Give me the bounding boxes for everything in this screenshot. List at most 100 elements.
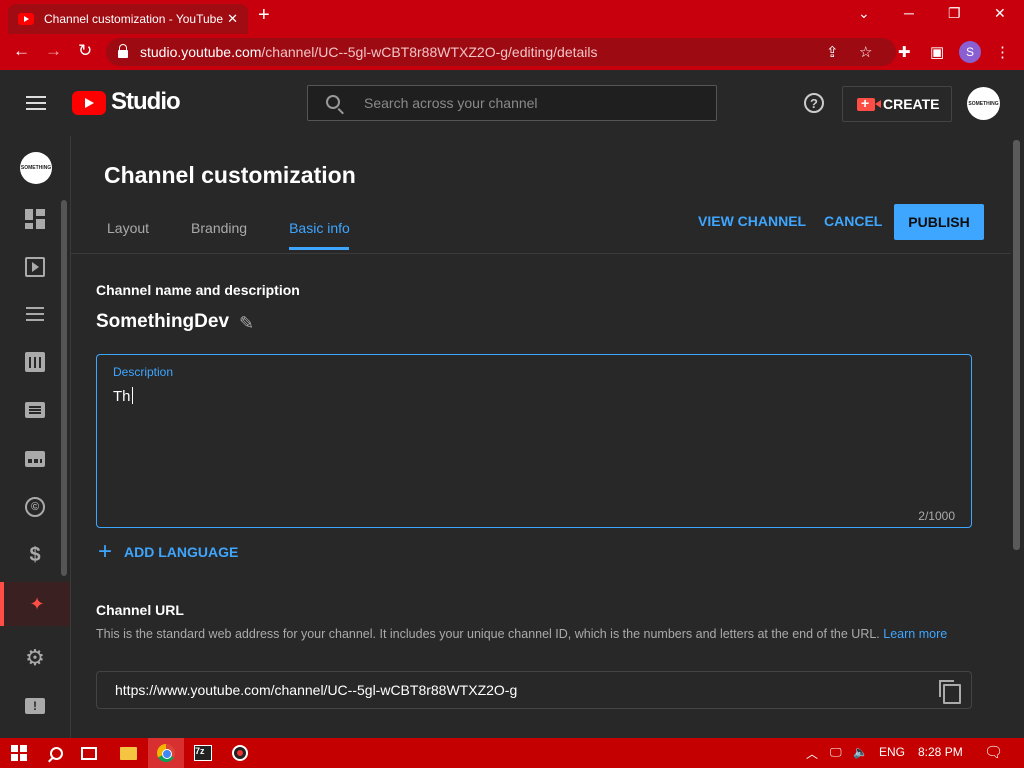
channel-avatar[interactable]: SOMETHING — [20, 152, 52, 184]
dollar-icon: $ — [29, 543, 41, 566]
file-explorer-button[interactable] — [120, 744, 137, 762]
7zip-icon: 7z — [194, 745, 212, 761]
reload-icon[interactable]: ↻ — [78, 41, 92, 61]
extensions-icon[interactable]: ✚ — [898, 43, 911, 61]
tab-branding[interactable]: Branding — [191, 220, 247, 250]
studio-logo-text[interactable]: Studio — [111, 88, 181, 116]
7zip-taskbar-button[interactable]: 7z — [194, 744, 212, 762]
tab-basic-info[interactable]: Basic info — [289, 220, 350, 250]
hamburger-menu-icon[interactable] — [26, 96, 46, 110]
channel-url-help-text: This is the standard web address for you… — [96, 627, 880, 641]
volume-icon[interactable]: 🔈 — [853, 745, 868, 759]
rail-item-playlists[interactable] — [0, 292, 70, 336]
menu-icon[interactable]: ⋮ — [995, 43, 1010, 61]
magic-wand-icon: ✦ — [29, 593, 45, 614]
copy-icon[interactable] — [939, 680, 961, 704]
star-icon[interactable]: ☆ — [859, 43, 872, 61]
new-tab-button[interactable]: + — [258, 4, 270, 27]
create-label: CREATE — [883, 96, 940, 112]
lock-icon — [118, 44, 128, 58]
create-button[interactable]: CREATE — [842, 86, 952, 122]
description-text[interactable]: Th — [113, 387, 133, 405]
restore-button[interactable]: ❐ — [948, 5, 961, 22]
rail-item-settings[interactable]: ⚙ — [0, 636, 70, 680]
search-icon — [326, 95, 340, 109]
subtitles-icon — [25, 451, 45, 467]
network-icon[interactable]: 🖵 — [830, 745, 842, 760]
rail-item-send-feedback[interactable]: ! — [0, 684, 70, 728]
clock[interactable]: 8:28 PM — [918, 745, 963, 759]
language-indicator[interactable]: ENG — [879, 745, 905, 759]
tab-close-icon[interactable]: ✕ — [227, 11, 238, 27]
learn-more-link[interactable]: Learn more — [883, 627, 947, 641]
rail-item-earn[interactable]: $ — [0, 533, 70, 577]
channel-url-value: https://www.youtube.com/channel/UC--5gl-… — [115, 682, 518, 698]
add-language-label: ADD LANGUAGE — [124, 544, 239, 560]
comments-icon — [25, 402, 45, 418]
cancel-button[interactable]: CANCEL — [824, 213, 882, 229]
task-view-button[interactable] — [81, 744, 97, 762]
view-channel-button[interactable]: VIEW CHANNEL — [698, 213, 806, 229]
search-box[interactable] — [307, 85, 717, 121]
publish-button[interactable]: PUBLISH — [894, 204, 984, 240]
page-scrollbar[interactable] — [1013, 140, 1020, 550]
tab-search-icon[interactable]: ⌄ — [858, 5, 870, 22]
sidepanel-icon[interactable]: ▣ — [930, 43, 944, 61]
name-section-title: Channel name and description — [96, 282, 300, 298]
feedback-icon: ! — [25, 698, 45, 714]
rail-item-dashboard[interactable] — [0, 197, 70, 241]
tray-chevron-icon[interactable]: ︿ — [806, 745, 818, 762]
tabs-divider — [71, 253, 1011, 254]
folder-icon — [120, 746, 137, 760]
back-icon[interactable]: ← — [13, 41, 30, 61]
analytics-icon — [25, 352, 45, 372]
customization-tabs: Layout Branding Basic info — [107, 220, 392, 250]
profile-avatar[interactable]: S — [959, 41, 981, 63]
main-content: Channel customization Layout Branding Ba… — [71, 136, 1011, 738]
rail-item-analytics[interactable] — [0, 340, 70, 384]
record-icon — [232, 745, 248, 761]
rail-item-subtitles[interactable] — [0, 437, 70, 481]
gear-icon: ⚙ — [25, 645, 45, 670]
youtube-logo-icon[interactable] — [72, 91, 106, 115]
browser-toolbar: ← → ↻ studio.youtube.com /channel/UC--5g… — [0, 34, 1024, 70]
playlists-icon — [26, 307, 44, 321]
create-video-icon — [857, 95, 881, 111]
add-language-button[interactable]: + ADD LANGUAGE — [98, 538, 239, 565]
chrome-taskbar-button[interactable] — [157, 744, 175, 762]
dashboard-icon — [25, 209, 45, 229]
description-field[interactable]: Description Th 2/1000 — [96, 354, 972, 528]
start-button[interactable] — [11, 744, 27, 762]
rail-item-copyright[interactable]: © — [0, 485, 70, 529]
windows-taskbar: 7z ︿ 🖵 🔈 ENG 8:28 PM 🗨 — [0, 738, 1024, 768]
channel-name: SomethingDev — [96, 311, 230, 332]
rail-item-customization[interactable]: ✦ — [0, 582, 70, 626]
windows-logo-icon — [11, 745, 27, 761]
rail-item-content[interactable] — [0, 245, 70, 289]
forward-icon[interactable]: → — [45, 41, 62, 61]
minimize-button[interactable]: ─ — [904, 5, 914, 21]
rail-item-comments[interactable] — [0, 388, 70, 432]
tab-layout[interactable]: Layout — [107, 220, 149, 250]
taskbar-search-button[interactable] — [50, 744, 63, 762]
channel-url-title: Channel URL — [96, 602, 184, 618]
channel-url-description: This is the standard web address for you… — [96, 624, 956, 644]
address-bar[interactable]: studio.youtube.com /channel/UC--5gl-wCBT… — [106, 38, 896, 66]
browser-tab[interactable]: Channel customization - YouTube Studio ✕ — [8, 4, 248, 34]
channel-url-field: https://www.youtube.com/channel/UC--5gl-… — [96, 671, 972, 709]
copyright-icon: © — [25, 497, 45, 517]
recorder-taskbar-button[interactable] — [232, 744, 248, 762]
help-icon[interactable]: ? — [804, 93, 824, 113]
search-input[interactable] — [364, 86, 704, 120]
url-host: studio.youtube.com — [140, 44, 262, 60]
notification-icon[interactable]: 🗨 — [984, 743, 1003, 761]
tab-title: Channel customization - YouTube Studio — [44, 12, 224, 26]
pencil-edit-icon[interactable]: ✎ — [239, 313, 254, 334]
browser-titlebar: Channel customization - YouTube Studio ✕… — [0, 0, 1024, 34]
youtube-favicon-icon — [18, 13, 34, 25]
share-icon[interactable]: ⇪ — [826, 43, 839, 61]
plus-icon: + — [98, 538, 113, 565]
close-window-button[interactable]: ✕ — [994, 5, 1006, 22]
account-avatar[interactable]: SOMETHING — [967, 87, 1000, 120]
page-title: Channel customization — [104, 162, 356, 188]
